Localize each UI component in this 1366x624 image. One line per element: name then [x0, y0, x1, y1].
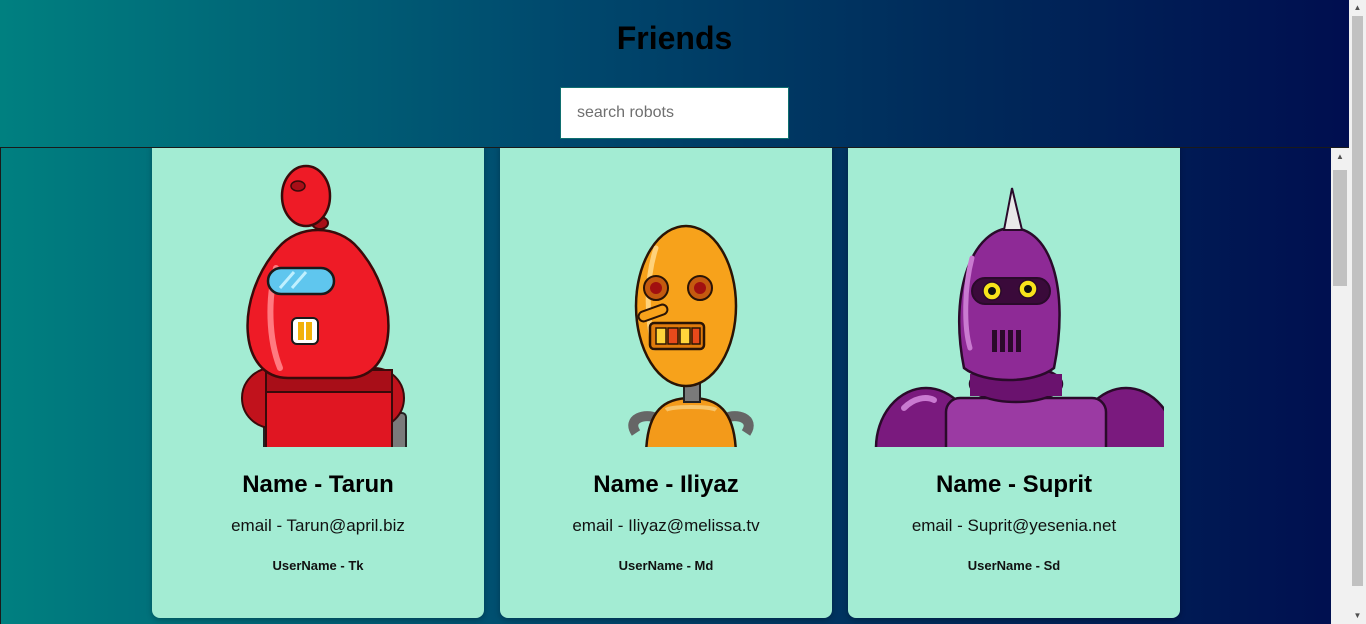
purple-robot-avatar-icon — [874, 187, 1164, 447]
robot-email: email - Suprit@yesenia.net — [911, 516, 1117, 535]
scroll-up-icon[interactable]: ▲ — [1331, 148, 1349, 165]
robot-card[interactable]: Name - Suprit email - Suprit@yesenia.net… — [848, 148, 1180, 618]
robot-card[interactable]: Name - Tarun email - Tarun@april.biz Use… — [152, 148, 484, 618]
scroll-down-icon[interactable]: ▼ — [1349, 608, 1366, 624]
orange-robot-avatar-icon — [628, 224, 754, 447]
header: Friends — [0, 0, 1349, 147]
robot-name: Name - Tarun — [242, 471, 394, 498]
robot-username: UserName - Sd — [967, 558, 1061, 573]
robot-username: UserName - Tk — [272, 558, 364, 573]
page-title: Friends — [616, 20, 733, 56]
robot-name: Name - Suprit — [935, 471, 1093, 498]
scroll-up-icon[interactable]: ▲ — [1349, 0, 1366, 16]
robot-name: Name - Iliyaz — [593, 471, 739, 498]
page-scrollbar-thumb[interactable] — [1352, 16, 1363, 586]
page-scrollbar[interactable]: ▲ ▼ — [1349, 0, 1366, 624]
scrollbar-thumb[interactable] — [1333, 170, 1347, 286]
robot-email: email - Iliyaz@melissa.tv — [572, 516, 760, 535]
robot-username: UserName - Md — [618, 558, 714, 573]
card-list: Name - Tarun email - Tarun@april.biz Use… — [0, 148, 1331, 624]
card-list-scrollbar[interactable]: ▲ — [1331, 148, 1349, 624]
robot-email: email - Tarun@april.biz — [231, 516, 405, 535]
robot-card[interactable]: Name - Iliyaz email - Iliyaz@melissa.tv … — [500, 148, 832, 618]
red-robot-avatar-icon — [241, 164, 407, 447]
card-list-scroll-area[interactable]: Name - Tarun email - Tarun@april.biz Use… — [0, 147, 1366, 624]
search-input[interactable] — [560, 87, 789, 139]
